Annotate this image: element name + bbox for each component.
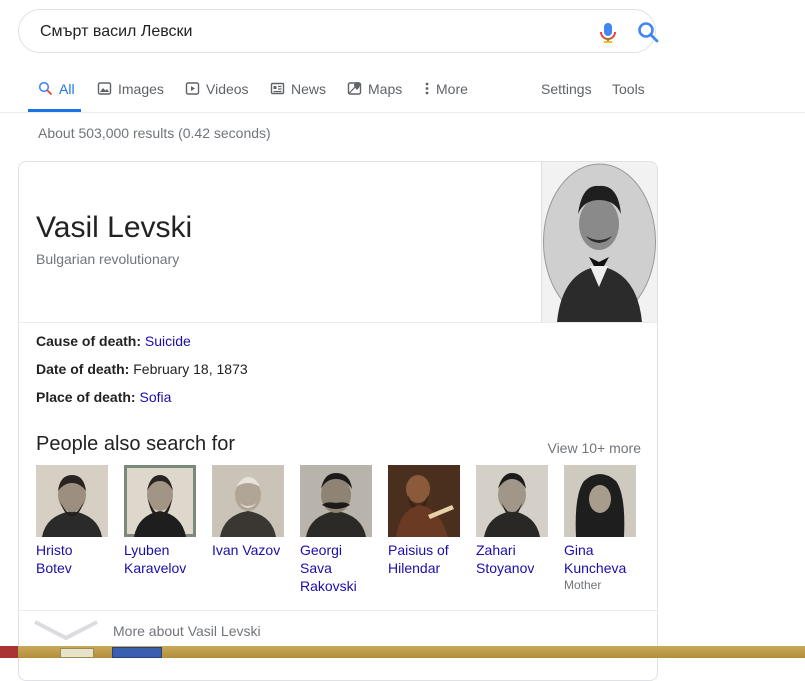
fact-value: February 18, 1873 [133, 361, 248, 377]
entity-name: Vasil Levski [36, 211, 193, 244]
tab-maps[interactable]: Maps [347, 81, 402, 111]
tab-label: Maps [368, 81, 403, 97]
person-card[interactable]: Paisius of Hilendar [388, 465, 462, 577]
map-icon [347, 82, 362, 95]
fact-value-link[interactable]: Sofia [139, 389, 171, 405]
entity-photo[interactable] [541, 162, 657, 322]
person-card[interactable]: Lyuben Karavelov [124, 465, 198, 577]
tab-label: Videos [206, 81, 249, 97]
settings-label: Settings [541, 81, 592, 97]
person-name[interactable]: Paisius of Hilendar [388, 541, 462, 577]
tools-link[interactable]: Tools [612, 81, 645, 111]
person-thumbnail[interactable] [212, 465, 284, 537]
search-icon [38, 81, 53, 96]
person-thumbnail[interactable] [388, 465, 460, 537]
divider [19, 322, 657, 323]
person-relation: Mother [564, 578, 602, 592]
divider [19, 610, 657, 611]
person-card[interactable]: Ivan Vazov [212, 465, 286, 559]
person-card[interactable]: Zahari Stoyanov [476, 465, 550, 577]
fact-place-of-death: Place of death: Sofia [36, 389, 171, 405]
entity-description: Bulgarian revolutionary [36, 251, 180, 267]
active-tab-indicator [28, 109, 81, 112]
person-name[interactable]: Lyuben Karavelov [124, 541, 198, 577]
fact-value-link[interactable]: Suicide [145, 333, 191, 349]
search-tabs: All Images Videos News Maps More Setting… [0, 72, 805, 113]
result-stats: About 503,000 results (0.42 seconds) [38, 125, 271, 141]
person-name[interactable]: Hristo Botev [36, 541, 110, 577]
fact-date-of-death: Date of death: February 18, 1873 [36, 361, 248, 377]
people-also-search-heading: People also search for [36, 433, 236, 455]
tab-label: News [291, 81, 327, 97]
tools-label: Tools [612, 81, 645, 97]
os-taskbar [0, 646, 805, 658]
person-card[interactable]: Gina Kuncheva Mother [564, 465, 638, 592]
tab-images[interactable]: Images [97, 81, 164, 111]
taskbar-app-button[interactable] [60, 648, 94, 658]
microphone-icon[interactable] [598, 22, 618, 44]
person-name[interactable]: Gina Kuncheva [564, 541, 638, 577]
person-card[interactable]: Hristo Botev [36, 465, 110, 577]
more-vert-icon [425, 82, 429, 95]
person-name[interactable]: Ivan Vazov [212, 541, 286, 559]
knowledge-panel: Vasil Levski Bulgarian revolutionary Cau… [18, 161, 658, 681]
fact-label: Date of death: [36, 361, 130, 377]
fact-label: Cause of death: [36, 333, 142, 349]
news-icon [270, 82, 285, 95]
tab-more[interactable]: More [424, 81, 468, 111]
fact-cause-of-death: Cause of death: Suicide [36, 333, 191, 349]
person-name[interactable]: Zahari Stoyanov [476, 541, 550, 577]
person-name[interactable]: Georgi Sava Rakovski [300, 541, 374, 595]
fact-label: Place of death: [36, 389, 136, 405]
person-thumbnail[interactable] [564, 465, 636, 537]
video-icon [185, 82, 200, 95]
person-card[interactable]: Georgi Sava Rakovski [300, 465, 374, 595]
tab-news[interactable]: News [270, 81, 326, 111]
start-button[interactable] [0, 646, 18, 658]
person-thumbnail[interactable] [36, 465, 108, 537]
person-thumbnail[interactable] [300, 465, 372, 537]
person-thumbnail[interactable] [476, 465, 548, 537]
taskbar-app-button[interactable] [112, 647, 162, 658]
tab-label: More [436, 81, 468, 97]
search-box[interactable]: Смърт васил Левски [18, 9, 659, 53]
tab-videos[interactable]: Videos [185, 81, 249, 111]
chevron-down-icon[interactable] [33, 620, 99, 642]
view-more-link[interactable]: View 10+ more [547, 440, 641, 456]
person-thumbnail[interactable] [124, 465, 196, 537]
search-icon[interactable] [637, 21, 659, 43]
more-about-link[interactable]: More about Vasil Levski [113, 623, 261, 639]
tab-all[interactable]: All [28, 81, 81, 112]
settings-link[interactable]: Settings [541, 81, 592, 111]
search-input[interactable]: Смърт васил Левски [40, 23, 192, 41]
tab-label: Images [118, 81, 164, 97]
image-icon [97, 82, 112, 95]
tab-label: All [59, 81, 75, 97]
